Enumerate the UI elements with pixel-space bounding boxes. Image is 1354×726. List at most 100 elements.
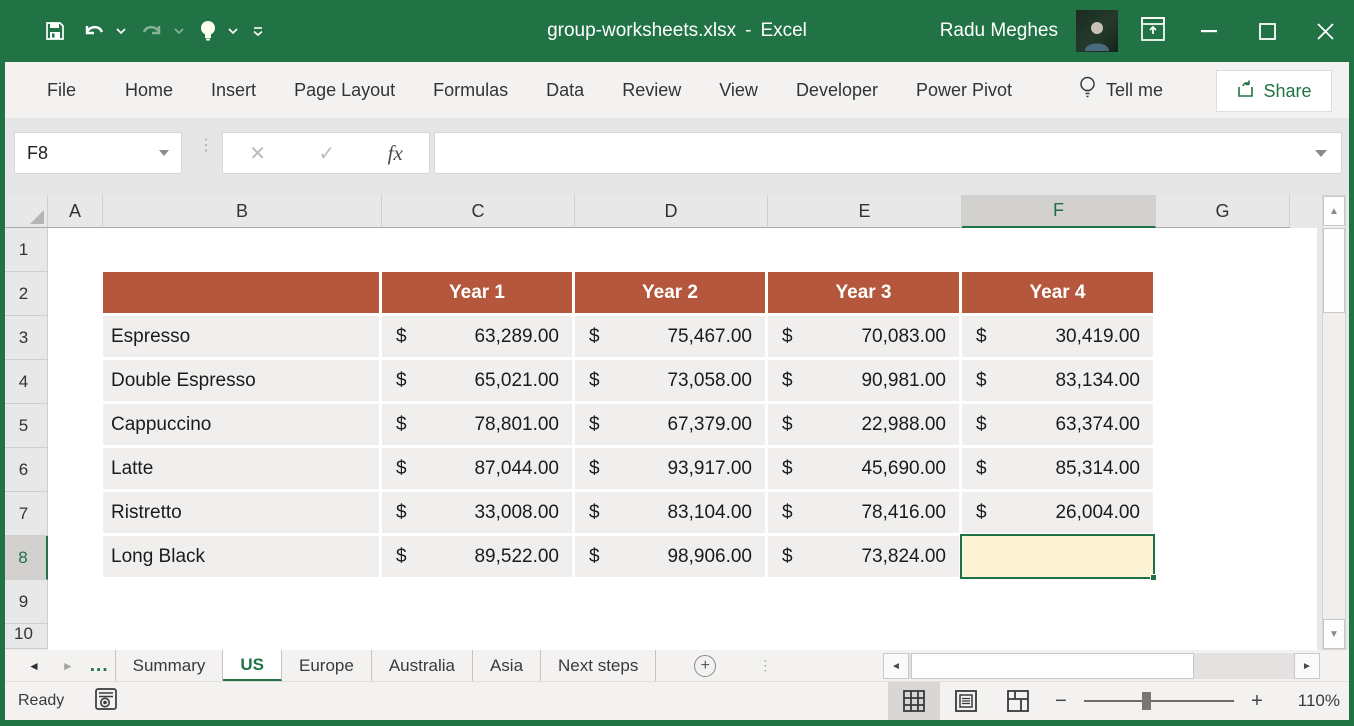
tab-file[interactable]: File xyxy=(28,70,106,111)
selected-cell-f8[interactable] xyxy=(962,536,1153,577)
row-header-7[interactable]: 7 xyxy=(0,492,48,536)
insert-function-icon[interactable]: fx xyxy=(388,141,403,166)
tab-insert[interactable]: Insert xyxy=(192,70,275,111)
table-cell[interactable]: $70,083.00 xyxy=(768,316,959,357)
table-header-year1[interactable]: Year 1 xyxy=(382,272,572,313)
ribbon-display-options-button[interactable] xyxy=(1140,16,1166,47)
cancel-entry-icon[interactable]: ✕ xyxy=(249,141,266,166)
scroll-down-icon[interactable]: ▼ xyxy=(1323,619,1345,649)
redo-dropdown-icon[interactable] xyxy=(174,28,184,38)
fill-handle[interactable] xyxy=(1150,574,1157,581)
sheet-tab-asia[interactable]: Asia xyxy=(473,650,541,681)
macro-record-icon[interactable] xyxy=(94,688,118,715)
page-layout-view-button[interactable] xyxy=(940,682,992,720)
tab-page-layout[interactable]: Page Layout xyxy=(275,70,414,111)
close-button[interactable] xyxy=(1296,0,1354,62)
redo-button[interactable] xyxy=(132,11,172,51)
minimize-button[interactable] xyxy=(1180,0,1238,62)
scroll-left-icon[interactable]: ◄ xyxy=(883,653,909,679)
tab-power-pivot[interactable]: Power Pivot xyxy=(897,70,1031,111)
undo-dropdown-icon[interactable] xyxy=(116,28,126,38)
zoom-slider[interactable] xyxy=(1084,682,1234,720)
zoom-slider-track[interactable] xyxy=(1084,700,1234,702)
vertical-scrollbar[interactable]: ▲ ▼ xyxy=(1322,195,1346,650)
previous-sheet-icon[interactable]: ◄ xyxy=(28,659,40,673)
table-cell[interactable]: $67,379.00 xyxy=(575,404,765,445)
next-sheet-icon[interactable]: ► xyxy=(62,659,74,673)
product-cell[interactable]: Ristretto xyxy=(103,492,379,533)
row-header-4[interactable]: 4 xyxy=(0,360,48,404)
lightbulb-dropdown-icon[interactable] xyxy=(228,28,238,38)
row-header-5[interactable]: 5 xyxy=(0,404,48,448)
page-break-preview-button[interactable] xyxy=(992,682,1044,720)
sheet-tab-summary[interactable]: Summary xyxy=(115,650,224,681)
tab-developer[interactable]: Developer xyxy=(777,70,897,111)
normal-view-button[interactable] xyxy=(888,682,940,720)
zoom-level[interactable]: 110% xyxy=(1278,691,1340,711)
table-header-year3[interactable]: Year 3 xyxy=(768,272,959,313)
column-header-c[interactable]: C xyxy=(382,195,575,228)
tab-formulas[interactable]: Formulas xyxy=(414,70,527,111)
table-cell[interactable]: $93,917.00 xyxy=(575,448,765,489)
row-header-10[interactable]: 10 xyxy=(0,624,48,649)
new-sheet-button[interactable]: + xyxy=(694,655,716,677)
column-header-b[interactable]: B xyxy=(103,195,382,228)
expand-formula-bar-icon[interactable] xyxy=(1315,150,1327,157)
user-name[interactable]: Radu Meghes xyxy=(940,20,1058,42)
table-header-year4[interactable]: Year 4 xyxy=(962,272,1153,313)
row-header-8-selected[interactable]: 8 xyxy=(0,536,48,580)
sheet-tab-next-steps[interactable]: Next steps xyxy=(541,650,656,681)
table-cell[interactable]: $63,374.00 xyxy=(962,404,1153,445)
share-button[interactable]: Share xyxy=(1216,70,1332,112)
product-cell[interactable]: Cappuccino xyxy=(103,404,379,445)
row-header-9[interactable]: 9 xyxy=(0,580,48,624)
product-cell[interactable]: Long Black xyxy=(103,536,379,577)
tab-data[interactable]: Data xyxy=(527,70,603,111)
maximize-button[interactable] xyxy=(1238,0,1296,62)
table-cell[interactable]: $75,467.00 xyxy=(575,316,765,357)
column-header-d[interactable]: D xyxy=(575,195,768,228)
table-cell[interactable]: $63,289.00 xyxy=(382,316,572,357)
table-cell[interactable]: $83,104.00 xyxy=(575,492,765,533)
zoom-in-button[interactable]: + xyxy=(1240,690,1274,713)
formula-bar-input[interactable] xyxy=(434,132,1342,174)
name-box[interactable]: F8 xyxy=(14,132,182,174)
cells-area[interactable]: Year 1 Year 2 Year 3 Year 4 Espresso $63… xyxy=(48,228,1317,650)
column-header-g[interactable]: G xyxy=(1156,195,1290,228)
horizontal-scrollbar[interactable]: ◄ ► xyxy=(883,653,1320,679)
table-cell[interactable]: $87,044.00 xyxy=(382,448,572,489)
tabbar-splitter[interactable]: ⋮ xyxy=(758,662,772,669)
formula-bar-splitter[interactable]: ⋮ xyxy=(198,142,214,150)
table-cell[interactable]: $26,004.00 xyxy=(962,492,1153,533)
sheet-tab-us-active[interactable]: US xyxy=(223,650,282,681)
table-cell[interactable]: $73,824.00 xyxy=(768,536,959,577)
table-cell[interactable]: $45,690.00 xyxy=(768,448,959,489)
confirm-entry-icon[interactable]: ✓ xyxy=(318,141,335,166)
customize-quick-access-icon[interactable] xyxy=(244,11,272,51)
column-header-a[interactable]: A xyxy=(48,195,103,228)
table-cell[interactable]: $65,021.00 xyxy=(382,360,572,401)
sheet-tab-australia[interactable]: Australia xyxy=(372,650,473,681)
undo-button[interactable] xyxy=(74,11,114,51)
table-cell[interactable]: $90,981.00 xyxy=(768,360,959,401)
table-cell[interactable]: $78,416.00 xyxy=(768,492,959,533)
product-cell[interactable]: Double Espresso xyxy=(103,360,379,401)
product-cell[interactable]: Latte xyxy=(103,448,379,489)
row-header-1[interactable]: 1 xyxy=(0,228,48,272)
column-header-f-selected[interactable]: F xyxy=(962,195,1156,228)
sheet-tab-europe[interactable]: Europe xyxy=(282,650,372,681)
table-cell[interactable]: $30,419.00 xyxy=(962,316,1153,357)
user-avatar[interactable] xyxy=(1076,10,1118,52)
column-header-e[interactable]: E xyxy=(768,195,962,228)
tell-me-box[interactable]: Tell me xyxy=(1079,76,1163,104)
table-cell[interactable]: $73,058.00 xyxy=(575,360,765,401)
table-header-cell[interactable] xyxy=(103,272,379,313)
table-cell[interactable]: $83,134.00 xyxy=(962,360,1153,401)
tab-review[interactable]: Review xyxy=(603,70,700,111)
row-header-6[interactable]: 6 xyxy=(0,448,48,492)
table-cell[interactable]: $22,988.00 xyxy=(768,404,959,445)
select-all-corner[interactable] xyxy=(0,195,48,228)
product-cell[interactable]: Espresso xyxy=(103,316,379,357)
tab-home[interactable]: Home xyxy=(106,70,192,111)
lightbulb-button[interactable] xyxy=(190,11,226,51)
